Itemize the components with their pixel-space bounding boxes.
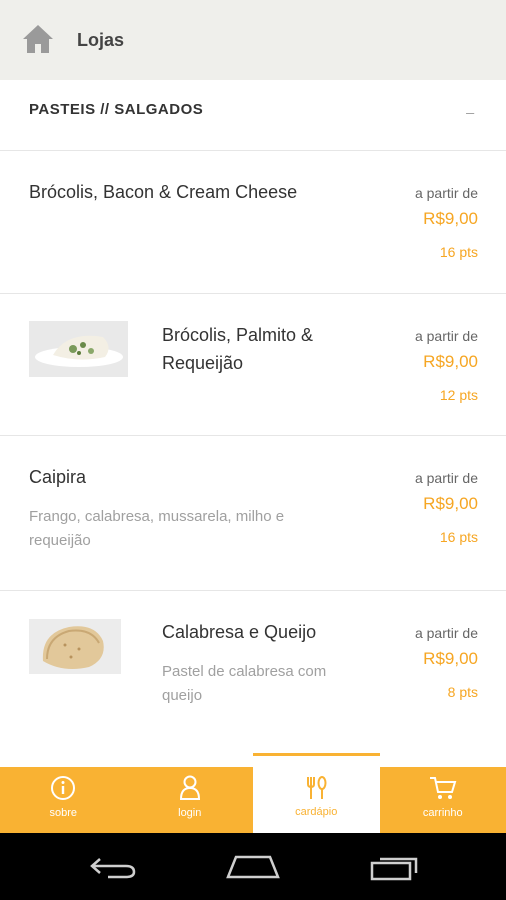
tab-label: sobre — [49, 807, 78, 819]
bottom-nav: sobre login cardápio carrinho — [0, 753, 506, 833]
price-from-label: a partir de — [414, 470, 478, 486]
price-from-label: a partir de — [414, 185, 478, 201]
product-description: Pastel de calabresa com queijo — [162, 663, 327, 704]
tab-label: cardápio — [295, 806, 338, 818]
tab-label: carrinho — [422, 807, 463, 819]
product-points: 16 pts — [439, 529, 478, 545]
product-name: Brócolis, Bacon & Cream Cheese — [29, 182, 298, 202]
product-name: Brócolis, Palmito & Requeijão — [162, 325, 314, 373]
product-price: R$9,00 — [423, 649, 478, 668]
home-icon[interactable] — [22, 24, 54, 54]
tab-cardapio[interactable]: cardápio — [253, 753, 380, 833]
product-item[interactable]: Caipira Frango, calabresa, mussarela, mi… — [0, 436, 506, 591]
tab-login[interactable]: login — [127, 767, 254, 833]
system-nav-bar — [0, 833, 506, 900]
product-image — [29, 619, 121, 674]
tab-carrinho[interactable]: carrinho — [380, 767, 506, 833]
recents-icon[interactable] — [370, 855, 420, 881]
back-icon[interactable] — [88, 855, 138, 879]
product-item[interactable]: Calabresa e Queijo Pastel de calabresa c… — [0, 591, 506, 751]
product-points: 12 pts — [439, 387, 478, 403]
product-image — [29, 321, 128, 377]
collapse-toggle[interactable]: _ — [466, 98, 474, 114]
user-icon — [179, 775, 200, 800]
cart-icon — [429, 777, 457, 799]
top-bar: Lojas — [0, 0, 506, 80]
product-price: R$9,00 — [423, 494, 478, 513]
page-title: Lojas — [77, 30, 125, 50]
home-nav-icon[interactable] — [226, 855, 280, 879]
info-icon — [51, 776, 76, 800]
product-price: R$9,00 — [423, 209, 478, 228]
price-from-label: a partir de — [414, 625, 478, 641]
product-description: Frango, calabresa, mussarela, milho e re… — [29, 508, 285, 549]
product-item[interactable]: Brócolis, Palmito & Requeijão a partir d… — [0, 294, 506, 436]
product-price: R$9,00 — [423, 352, 478, 371]
product-list: Brócolis, Bacon & Cream Cheese a partir … — [0, 151, 506, 751]
product-points: 16 pts — [439, 244, 478, 260]
price-from-label: a partir de — [414, 328, 478, 344]
product-item[interactable]: Brócolis, Bacon & Cream Cheese a partir … — [0, 151, 506, 294]
category-header[interactable]: PASTEIS // SALGADOS _ — [0, 80, 506, 151]
cutlery-icon — [307, 776, 327, 799]
tab-sobre[interactable]: sobre — [0, 767, 127, 833]
product-name: Calabresa e Queijo — [162, 622, 317, 642]
product-name: Caipira — [29, 467, 87, 487]
category-title: PASTEIS // SALGADOS — [29, 101, 204, 118]
tab-label: login — [178, 807, 202, 819]
product-points: 8 pts — [447, 684, 478, 700]
